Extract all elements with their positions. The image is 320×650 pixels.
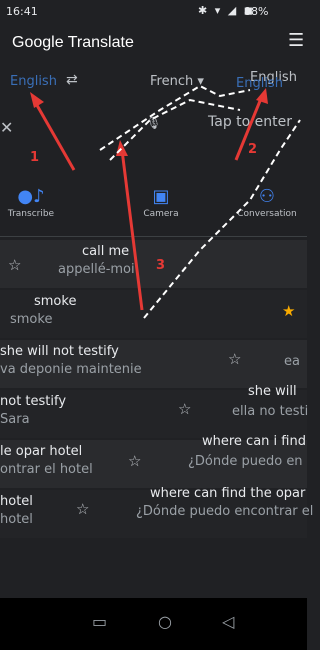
recent-apps-icon[interactable]: ▭ (92, 612, 107, 631)
annotation-arrow-3 (116, 140, 144, 311)
home-icon[interactable]: ○ (158, 612, 172, 631)
annotation-label-2: 2 (248, 142, 258, 157)
system-nav-bar: ▭ ○ ◁ (0, 598, 307, 650)
back-icon[interactable]: ◁ (222, 612, 234, 631)
annotation-label-3: 3 (156, 258, 166, 273)
annotation-label-1: 1 (30, 150, 40, 165)
annotation-overlay (30, 84, 301, 319)
